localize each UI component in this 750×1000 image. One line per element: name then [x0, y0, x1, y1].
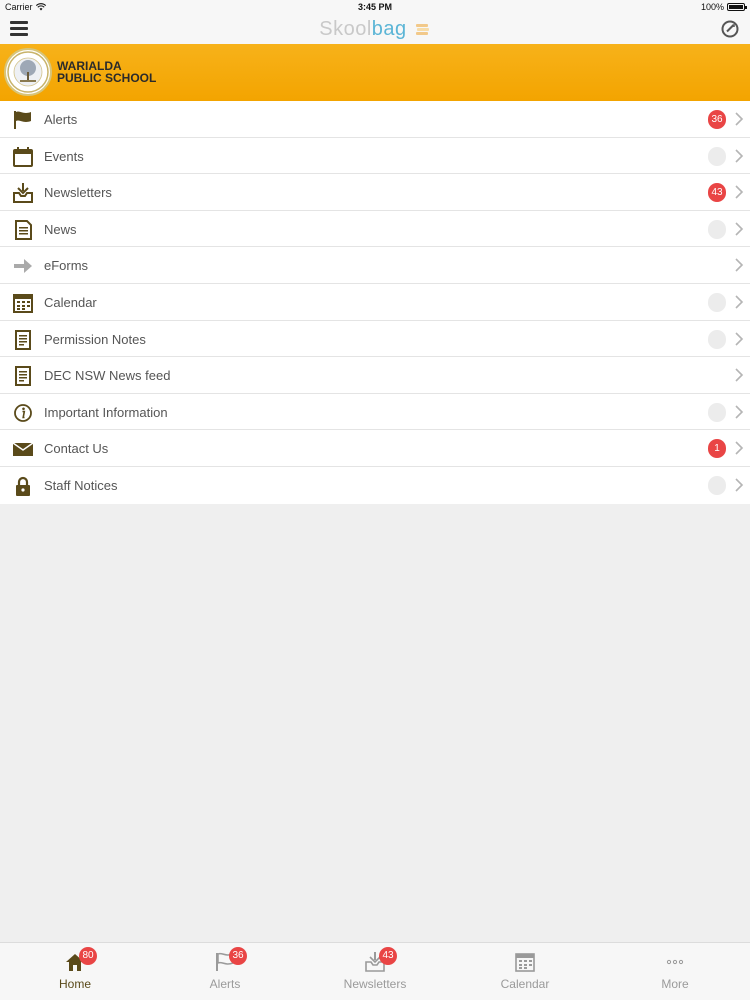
nav-bar: Skoolbag: [0, 14, 750, 44]
brand-part1: Skool: [319, 18, 372, 40]
staff-notices-count-badge: [708, 475, 726, 495]
books-icon: [415, 24, 429, 35]
newsletters-count-badge: 43: [708, 183, 726, 203]
menu-item-calendar[interactable]: Calendar: [0, 283, 750, 321]
chevron-right-icon: [735, 112, 744, 126]
battery-percent: 100%: [700, 2, 724, 12]
tab-more[interactable]: More: [600, 943, 750, 1000]
newsletters-tab-badge: 43: [379, 947, 397, 965]
tab-bar: 80 Home 36 Alerts 43 Newsletters Calenda…: [0, 942, 750, 1000]
menu-item-news[interactable]: News: [0, 210, 750, 248]
battery-icon: [727, 3, 747, 11]
school-logo: [4, 48, 52, 96]
menu-item-staff-notices[interactable]: Staff Notices: [0, 466, 750, 504]
chevron-right-icon: [735, 441, 744, 455]
tab-alerts[interactable]: 36 Alerts: [150, 943, 300, 1000]
menu-item-permission-notes[interactable]: Permission Notes: [0, 320, 750, 358]
chevron-right-icon: [735, 222, 744, 236]
menu-item-label: News: [44, 221, 77, 237]
alerts-tab-badge: 36: [229, 947, 247, 965]
menu-item-important-information[interactable]: Important Information: [0, 393, 750, 431]
school-name-line2: PUBLIC SCHOOL: [57, 71, 157, 85]
school-crest-icon: [7, 51, 49, 93]
menu-item-events[interactable]: Events: [0, 137, 750, 175]
tab-home[interactable]: 80 Home: [0, 943, 150, 1000]
chevron-right-icon: [735, 478, 744, 492]
envelope-icon: [12, 438, 34, 460]
app-brand: Skoolbag: [0, 18, 750, 41]
menu-item-label: Calendar: [44, 294, 97, 310]
menu-item-newsletters[interactable]: Newsletters 43: [0, 174, 750, 211]
calendar-grid-icon: [515, 953, 535, 972]
arrow-right-icon: [12, 255, 34, 277]
school-banner: WARIALDA PUBLIC SCHOOL: [0, 44, 750, 101]
sync-icon[interactable]: [720, 19, 740, 39]
menu-item-label: Alerts: [44, 112, 78, 127]
tab-label: Newsletters: [343, 977, 407, 991]
events-count-badge: [708, 146, 726, 166]
tab-calendar[interactable]: Calendar: [450, 943, 600, 1000]
chevron-right-icon: [735, 185, 744, 199]
alerts-count-badge: 36: [708, 110, 726, 129]
flag-icon: [12, 109, 34, 131]
important-info-count-badge: [708, 402, 726, 422]
calendar-count-badge: [708, 292, 726, 312]
inbox-download-icon: [12, 182, 34, 204]
chevron-right-icon: [735, 295, 744, 309]
menu-item-dec-nsw-news-feed[interactable]: DEC NSW News feed: [0, 357, 750, 394]
chevron-right-icon: [735, 368, 744, 382]
chevron-right-icon: [735, 405, 744, 419]
home-count-badge: 80: [79, 947, 97, 965]
contact-us-count-badge: 1: [708, 439, 726, 459]
menu-item-label: Permission Notes: [44, 331, 146, 347]
tab-label: More: [661, 977, 689, 991]
calendar-grid-icon: [12, 292, 34, 314]
brand-part2: bag: [371, 18, 407, 40]
tab-label: Home: [58, 977, 91, 991]
menu-item-eforms[interactable]: eForms: [0, 247, 750, 284]
tab-newsletters[interactable]: 43 Newsletters: [300, 943, 450, 1000]
chevron-right-icon: [735, 331, 744, 346]
lock-icon: [12, 475, 34, 497]
permission-notes-count-badge: [708, 329, 726, 349]
menu-item-label: Newsletters: [44, 185, 112, 201]
battery-indicator: 100%: [700, 2, 747, 12]
menu-item-contact-us[interactable]: Contact Us 1: [0, 430, 750, 467]
document-icon: [12, 219, 34, 241]
menu-item-label: DEC NSW News feed: [44, 368, 171, 384]
chevron-right-icon: [735, 149, 744, 163]
more-dots-icon: [666, 959, 684, 965]
note-icon: [12, 329, 34, 351]
menu-item-label: Important Information: [44, 404, 168, 420]
info-icon: [12, 402, 34, 424]
menu-list: Alerts 36 Events Newsletters 43 News eFo…: [0, 101, 750, 504]
news-count-badge: [708, 219, 726, 239]
menu-item-label: Staff Notices: [44, 477, 118, 493]
menu-item-label: Events: [44, 148, 84, 164]
note-icon: [12, 365, 34, 387]
tab-label: Alerts: [209, 977, 241, 991]
event-calendar-icon: [12, 146, 34, 168]
clock: 3:45 PM: [357, 2, 392, 12]
tab-label: Calendar: [500, 977, 550, 991]
status-bar: Carrier 3:45 PM 100%: [0, 0, 750, 14]
chevron-right-icon: [735, 258, 744, 272]
menu-item-label: Contact Us: [44, 441, 109, 457]
school-name: WARIALDA PUBLIC SCHOOL: [57, 60, 156, 84]
menu-item-alerts[interactable]: Alerts 36: [0, 101, 750, 138]
menu-item-label: eForms: [44, 258, 89, 274]
